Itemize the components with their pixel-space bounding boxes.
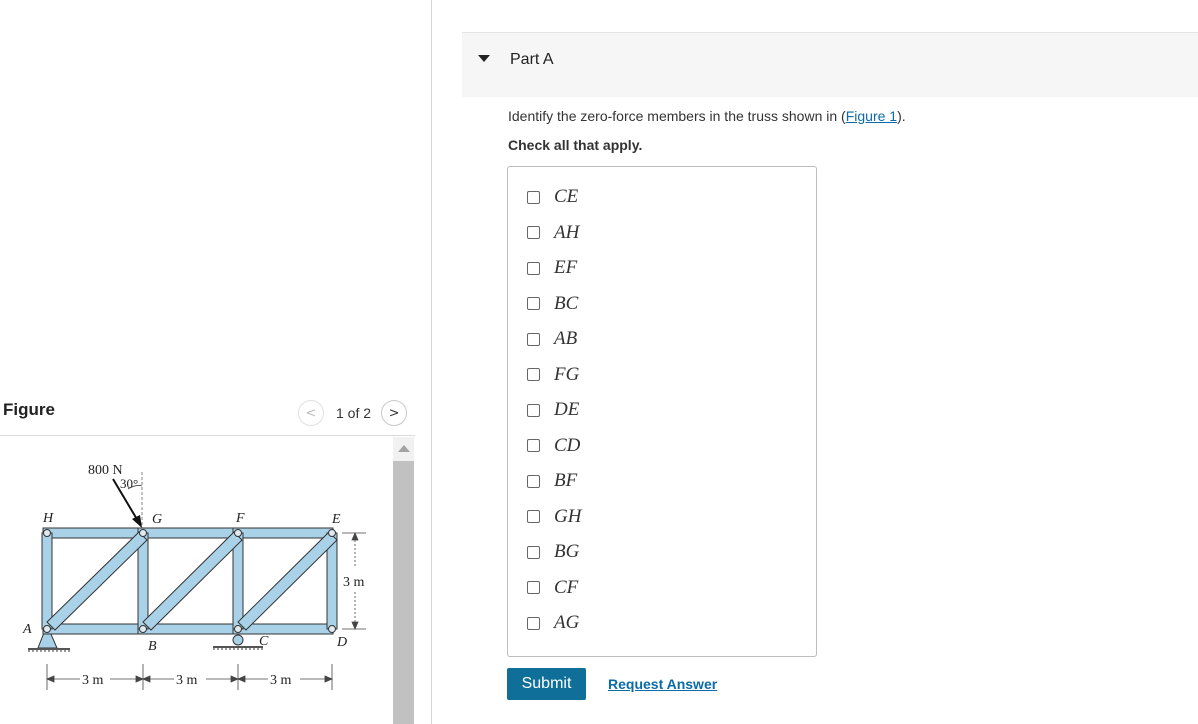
checkbox[interactable] (527, 581, 540, 594)
checkbox[interactable] (527, 616, 540, 630)
checkbox[interactable] (527, 226, 540, 239)
checkbox[interactable] (527, 332, 540, 346)
caret-down-icon[interactable] (478, 55, 490, 62)
option-cd[interactable]: CD (527, 434, 580, 458)
option-gh[interactable]: GH (527, 505, 581, 529)
checkbox[interactable] (527, 190, 540, 204)
checkbox[interactable] (527, 474, 540, 488)
option-label: EF (554, 257, 578, 278)
option-label: BF (554, 470, 578, 491)
checkbox[interactable] (527, 439, 540, 452)
span-label-1: 3 m (82, 673, 104, 688)
joint-label-f: F (235, 511, 245, 526)
part-title: Part A (510, 51, 554, 68)
option-bf[interactable]: BF (527, 469, 577, 493)
instruction-text: Check all that apply. (508, 137, 643, 153)
option-label: CD (554, 434, 581, 456)
submit-button[interactable]: Submit (507, 668, 586, 700)
figure-scrollbar[interactable] (393, 437, 414, 724)
option-ah[interactable]: AH (527, 221, 579, 245)
question-text: Identify the zero-force members in the t… (508, 108, 906, 124)
member-bf (142, 531, 243, 631)
member-gf (137, 527, 239, 539)
figure-pager: < 1 of 2 > (298, 400, 408, 426)
part-header[interactable]: Part A (462, 32, 1198, 97)
checkbox[interactable] (527, 403, 540, 417)
truss-figure: 800 N 30° H G F E A B C D 3 m 3 m 3 m 3 … (22, 463, 366, 690)
option-label: AG (554, 612, 580, 633)
member-fe (232, 527, 334, 539)
checkbox[interactable] (527, 297, 540, 310)
joint-label-e: E (331, 512, 341, 527)
figure-pane: Figure < 1 of 2 > 800 N 30° H G F E A B … (0, 0, 432, 724)
option-label: BG (554, 541, 580, 562)
option-ef[interactable]: EF (527, 256, 577, 280)
scroll-up-icon[interactable] (398, 445, 410, 452)
member-ag (46, 531, 148, 631)
checkbox[interactable] (527, 510, 540, 523)
option-ab[interactable]: AB (527, 327, 577, 351)
joint-label-a: A (22, 622, 32, 637)
figure-page-count: 1 of 2 (336, 405, 372, 421)
option-bg[interactable]: BG (527, 540, 579, 564)
checkbox[interactable] (527, 545, 540, 559)
checkbox[interactable] (527, 261, 540, 275)
option-label: CF (554, 576, 579, 598)
figure-link[interactable]: Figure 1 (846, 108, 897, 124)
option-ce[interactable]: CE (527, 185, 578, 209)
load-label: 800 N (88, 463, 123, 478)
next-figure-button[interactable]: > (381, 400, 408, 426)
option-label: DE (554, 399, 580, 420)
option-label: BC (554, 292, 579, 314)
span-label-2: 3 m (176, 673, 198, 688)
options-list: CE AH EF BC AB FG DE CD BF GH BG CF AG (507, 166, 817, 657)
joint-label-h: H (42, 511, 54, 526)
question-prefix: Identify the zero-force members in the t… (508, 108, 846, 124)
option-bc[interactable]: BC (527, 292, 578, 316)
option-ag[interactable]: AG (527, 611, 579, 635)
member-hg (42, 527, 144, 539)
option-label: AH (554, 221, 580, 243)
pane-divider (431, 0, 432, 724)
truss-members (41, 527, 338, 635)
option-label: AB (554, 328, 578, 349)
span-label-3: 3 m (270, 673, 292, 688)
chevron-left-icon: < (305, 405, 317, 421)
joint-label-g: G (152, 512, 162, 527)
option-label: GH (554, 505, 582, 527)
option-de[interactable]: DE (527, 398, 579, 422)
prev-figure-button[interactable]: < (298, 400, 324, 426)
joint-label-c: C (259, 634, 269, 649)
joint-label-b: B (148, 639, 157, 654)
request-answer-link[interactable]: Request Answer (608, 676, 717, 692)
height-label: 3 m (343, 575, 365, 590)
joint-label-d: D (336, 635, 347, 650)
chevron-right-icon: > (388, 405, 400, 421)
option-label: CE (554, 186, 579, 207)
question-suffix: ). (897, 108, 906, 124)
scrollbar-thumb[interactable] (393, 461, 414, 724)
figure-heading: Figure (3, 400, 55, 419)
figure-divider (0, 435, 415, 436)
option-fg[interactable]: FG (527, 363, 579, 387)
member-ce (237, 531, 338, 631)
option-label: FG (554, 363, 580, 385)
checkbox[interactable] (527, 368, 540, 381)
member-ah (41, 532, 53, 630)
roller-support-c (213, 634, 263, 650)
angle-label: 30° (120, 476, 138, 491)
option-cf[interactable]: CF (527, 576, 578, 600)
